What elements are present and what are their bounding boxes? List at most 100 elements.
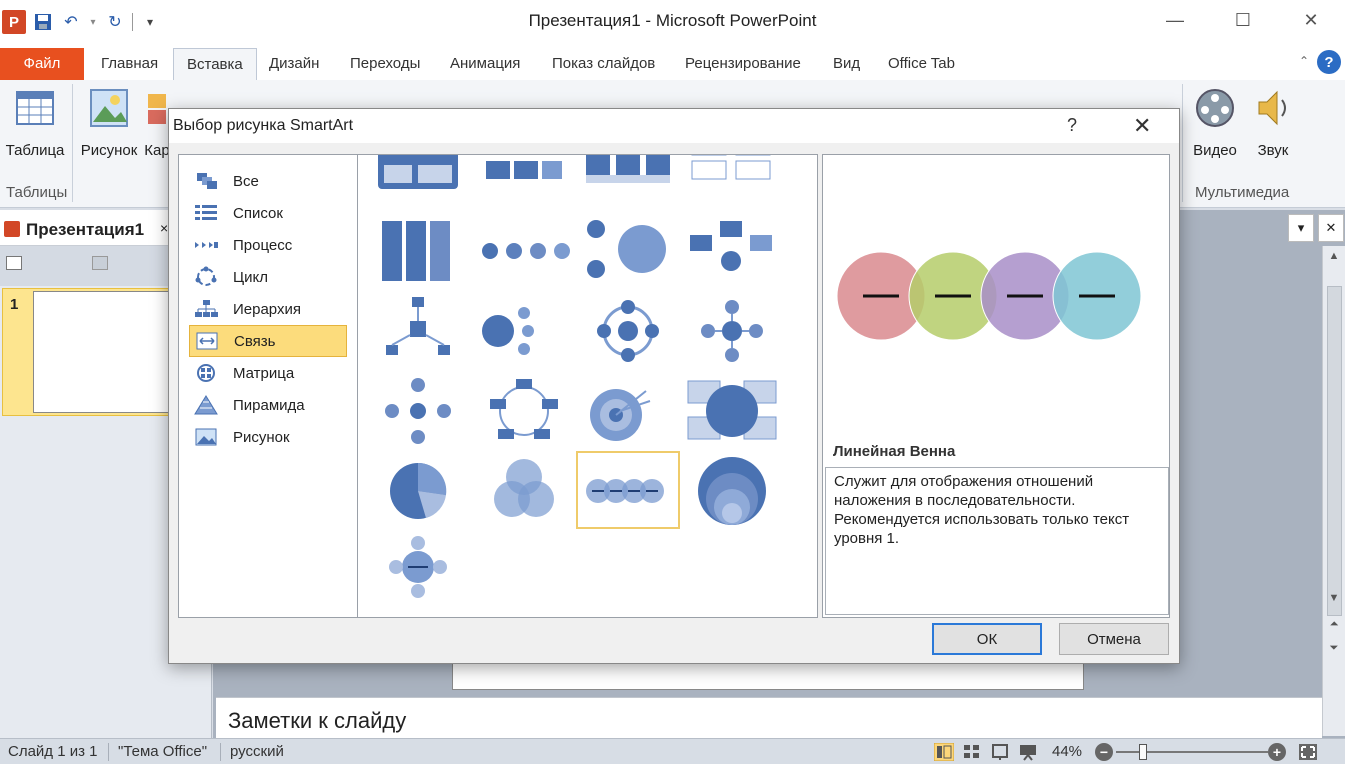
language[interactable]: русский — [230, 743, 284, 760]
category-pyramid[interactable]: Пирамида — [189, 389, 347, 421]
tab-office-tab[interactable]: Office Tab — [875, 48, 968, 80]
cycle-icon — [195, 266, 217, 286]
sound-icon — [1258, 90, 1286, 126]
table-icon — [16, 91, 54, 125]
status-separator — [220, 743, 221, 761]
close-tab-icon[interactable]: × — [160, 220, 168, 236]
layout-thumbnail-linear-venn[interactable] — [576, 451, 680, 529]
normal-view-icon[interactable] — [934, 743, 954, 761]
layout-thumbnail[interactable] — [576, 291, 680, 369]
layout-thumbnail[interactable] — [576, 211, 680, 289]
preview-description: Служит для отображения отношений наложен… — [834, 473, 1130, 547]
help-icon[interactable]: ? — [1317, 50, 1341, 74]
maximize-icon[interactable]: ☐ — [1209, 0, 1277, 40]
dialog-close-icon[interactable]: ✕ — [1133, 113, 1151, 139]
layout-thumbnail[interactable] — [576, 371, 680, 449]
cancel-button[interactable]: Отмена — [1059, 623, 1169, 655]
video-label: Видео — [1193, 142, 1237, 159]
category-picture[interactable]: Рисунок — [189, 421, 347, 453]
next-slide-icon[interactable]: ⏷ — [1323, 642, 1345, 655]
status-bar: Слайд 1 из 1 "Тема Office" русский 44% −… — [0, 738, 1345, 764]
layout-thumbnail[interactable] — [366, 211, 470, 289]
scroll-up-icon[interactable]: ▲ — [1323, 250, 1345, 262]
tab-review[interactable]: Рецензирование — [672, 48, 814, 80]
clipart-label: Кар — [144, 142, 170, 159]
video-button[interactable]: Видео — [1188, 80, 1242, 159]
layout-thumbnail[interactable] — [472, 155, 576, 205]
zoom-level[interactable]: 44% — [1052, 743, 1082, 760]
layout-thumbnail[interactable] — [472, 291, 576, 369]
layout-thumbnail[interactable] — [472, 451, 576, 529]
dialog-title-bar: Выбор рисунка SmartArt ? ✕ — [169, 109, 1179, 143]
layout-thumbnail[interactable] — [680, 155, 784, 205]
list-icon — [195, 205, 217, 220]
layout-thumbnail[interactable] — [680, 451, 784, 529]
ok-button[interactable]: ОК — [932, 623, 1042, 655]
sound-button[interactable]: Звук — [1248, 80, 1298, 159]
layout-thumbnail[interactable] — [576, 155, 680, 205]
category-cycle[interactable]: Цикл — [189, 261, 347, 293]
category-label: Список — [233, 204, 283, 222]
tab-view[interactable]: Вид — [820, 48, 873, 80]
relationship-icon — [196, 332, 218, 350]
video-icon — [1196, 89, 1234, 127]
zoom-out-icon[interactable]: − — [1095, 743, 1113, 761]
ribbon-minimize-icon[interactable]: ⌃ — [1299, 54, 1309, 68]
category-process[interactable]: Процесс — [189, 229, 347, 261]
table-button[interactable]: Таблица — [4, 80, 66, 159]
close-window-icon[interactable]: ✕ — [1277, 0, 1345, 40]
layout-thumbnail[interactable] — [680, 291, 784, 369]
slideshow-view-icon[interactable] — [1018, 743, 1038, 761]
dialog-help-icon[interactable]: ? — [1067, 115, 1077, 136]
fit-to-window-icon[interactable] — [1298, 743, 1318, 761]
category-all[interactable]: Все — [189, 165, 347, 197]
group-tables-label: Таблицы — [6, 184, 68, 201]
window-controls: — ☐ ✕ — [1141, 0, 1345, 40]
preview-title: Линейная Венна — [833, 443, 956, 460]
layout-thumbnail[interactable] — [366, 371, 470, 449]
layout-thumbnail[interactable] — [366, 155, 470, 205]
tab-animation[interactable]: Анимация — [437, 48, 533, 80]
preview-description-box: Служит для отображения отношений наложен… — [825, 467, 1169, 615]
zoom-in-icon[interactable]: + — [1268, 743, 1286, 761]
category-list-type[interactable]: Список — [189, 197, 347, 229]
slide-sorter-icon[interactable] — [962, 743, 982, 761]
tab-design[interactable]: Дизайн — [256, 48, 332, 80]
slides-view-icon[interactable] — [6, 256, 22, 270]
dialog-title: Выбор рисунка SmartArt — [173, 117, 354, 134]
scroll-down-icon[interactable]: ▼ — [1323, 592, 1345, 604]
layout-gallery: ⌃ ⌄ — [358, 154, 818, 618]
layout-thumbnail[interactable] — [366, 291, 470, 369]
hierarchy-icon — [195, 300, 218, 317]
reading-view-icon[interactable] — [990, 743, 1010, 761]
prev-slide-icon[interactable]: ⏶ — [1323, 618, 1345, 631]
layout-thumbnail[interactable] — [472, 211, 576, 289]
minimize-icon[interactable]: — — [1141, 0, 1209, 40]
tab-file[interactable]: Файл — [0, 48, 84, 80]
pyramid-icon — [194, 395, 218, 415]
layout-thumbnail[interactable] — [366, 451, 470, 529]
zoom-slider-thumb[interactable] — [1139, 744, 1148, 760]
category-hierarchy[interactable]: Иерархия — [189, 293, 347, 325]
vertical-scrollbar[interactable]: ▲ ▼ ⏶ ⏷ — [1322, 246, 1345, 736]
tab-home[interactable]: Главная — [88, 48, 171, 80]
tab-transitions[interactable]: Переходы — [337, 48, 433, 80]
category-list: Все Список Процесс Цикл Иерархия Связь М… — [178, 154, 358, 618]
tab-slideshow[interactable]: Показ слайдов — [539, 48, 668, 80]
layout-thumbnail[interactable] — [366, 531, 470, 609]
layout-thumbnail[interactable] — [680, 211, 784, 289]
tab-insert[interactable]: Вставка — [173, 48, 257, 80]
category-relationship[interactable]: Связь — [189, 325, 347, 357]
process-icon — [195, 242, 218, 248]
layout-thumbnail[interactable] — [680, 371, 784, 449]
category-matrix[interactable]: Матрица — [189, 357, 347, 389]
outline-view-icon[interactable] — [92, 256, 108, 270]
category-label: Пирамида — [233, 396, 305, 414]
notes-pane[interactable]: Заметки к слайду — [216, 697, 1322, 738]
doc-close-icon[interactable]: ✕ — [1318, 214, 1344, 242]
layout-thumbnail[interactable] — [472, 371, 576, 449]
scroll-thumb[interactable] — [1327, 286, 1342, 616]
doc-dropdown-icon[interactable]: ▾ — [1288, 214, 1314, 242]
picture-button[interactable]: Рисунок — [78, 80, 140, 159]
theme-name[interactable]: "Тема Office" — [118, 743, 207, 760]
